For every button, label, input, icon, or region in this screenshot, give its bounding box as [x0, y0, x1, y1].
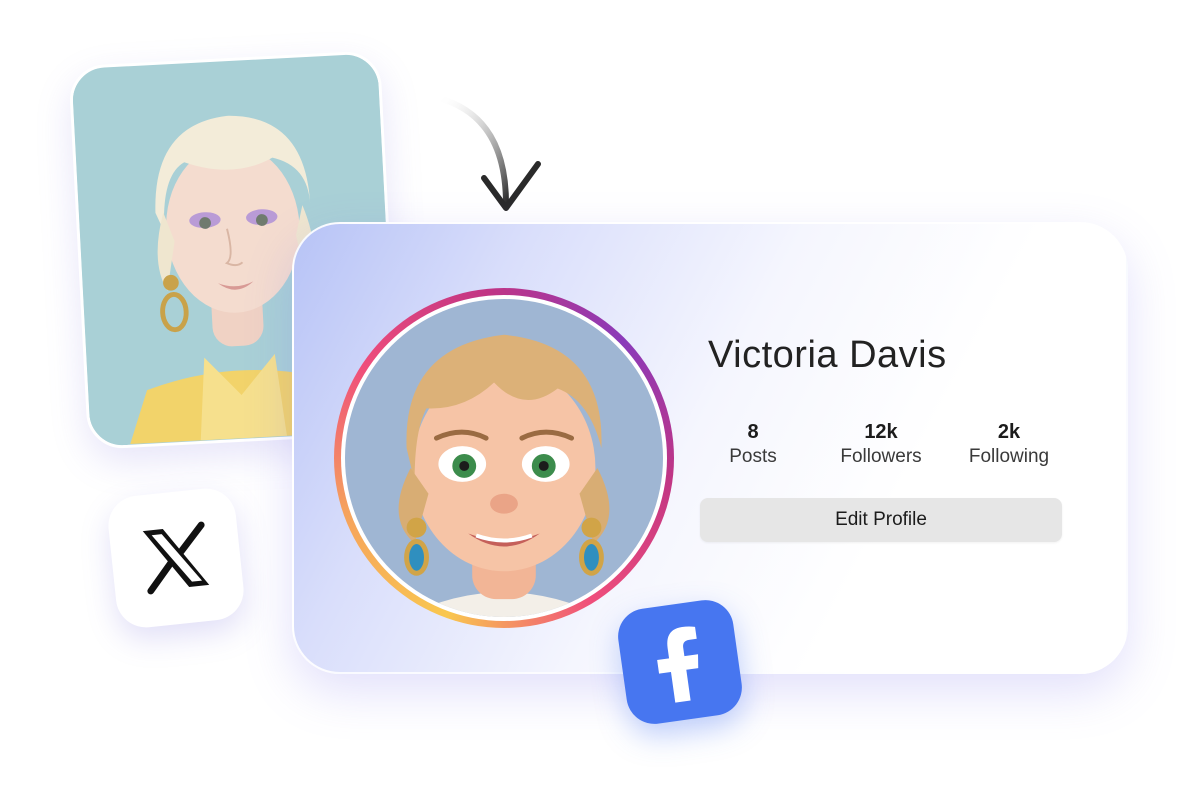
facebook-logo-icon: [657, 626, 699, 703]
stat-following-label: Following: [968, 446, 1050, 467]
avatar-image-frame: [341, 295, 667, 621]
stat-following[interactable]: 2k Following: [954, 420, 1064, 470]
avatar[interactable]: [334, 288, 674, 628]
stat-followers-label: Followers: [840, 446, 922, 467]
profile-name: Victoria Davis: [708, 334, 947, 376]
x-badge[interactable]: [105, 485, 247, 631]
stat-posts-value: 8: [747, 421, 759, 443]
x-logo-icon: [142, 521, 210, 595]
cartoon-avatar-image: [345, 299, 663, 617]
stat-followers[interactable]: 12k Followers: [826, 420, 936, 470]
stat-following-value: 2k: [997, 421, 1021, 443]
facebook-badge[interactable]: [614, 596, 746, 728]
edit-profile-button[interactable]: Edit Profile: [700, 498, 1062, 542]
stat-posts[interactable]: 8 Posts: [698, 420, 808, 470]
curved-arrow-icon: [435, 95, 541, 211]
stat-followers-value: 12k: [864, 421, 898, 443]
stat-posts-label: Posts: [729, 446, 777, 467]
